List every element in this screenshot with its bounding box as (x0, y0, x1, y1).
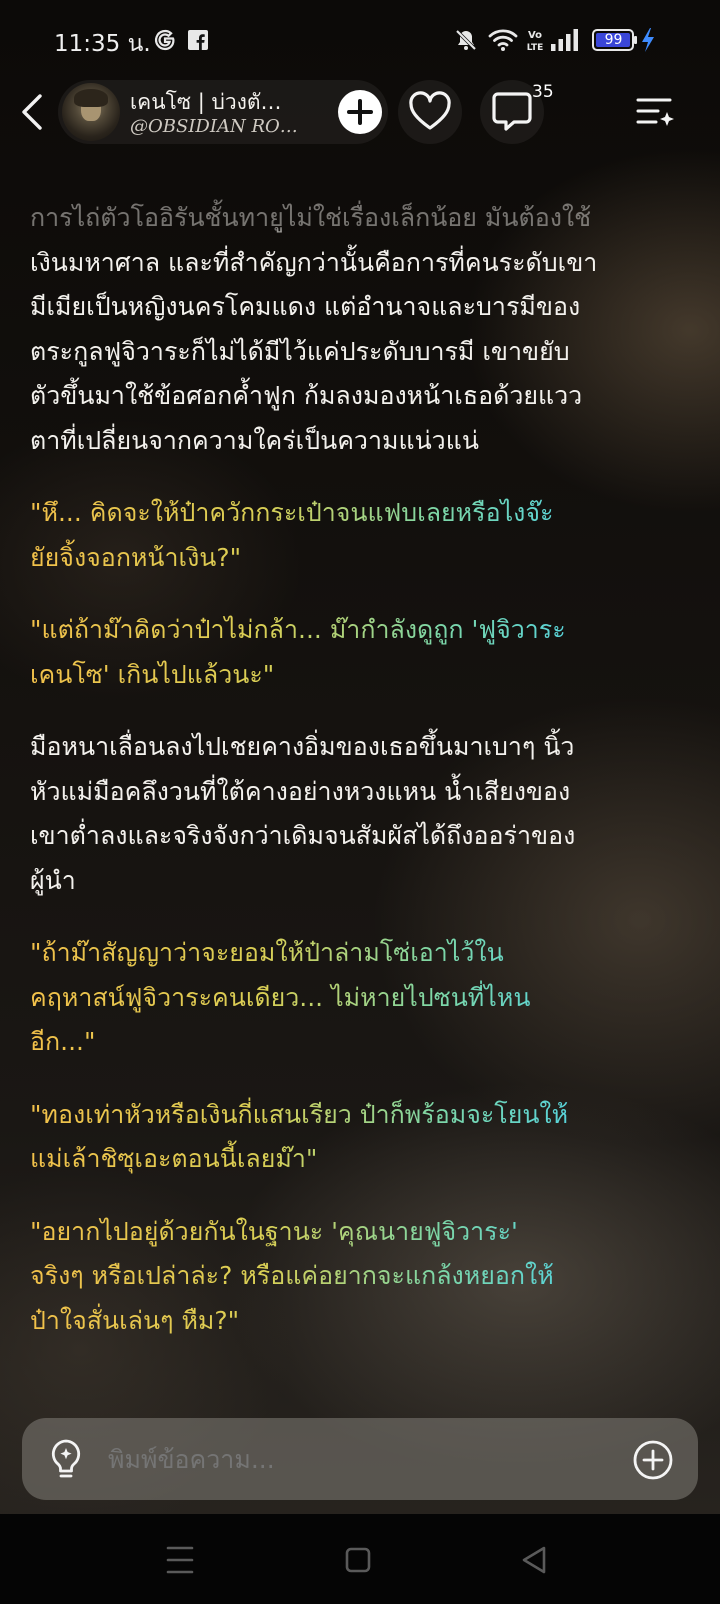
add-button[interactable] (338, 90, 382, 134)
svg-text:Vo: Vo (528, 30, 542, 41)
facebook-icon (188, 30, 208, 50)
battery-level: 99 (604, 32, 623, 48)
svg-text:LTE: LTE (527, 43, 544, 53)
google-icon (155, 29, 175, 51)
chat-header: เคนโซ | บ่วงตั… @OBSIDIAN RO… 35 (0, 78, 720, 148)
volte-icon: Vo LTE (527, 30, 544, 53)
story-content: การไถ่ตัวโออิรันชั้นทายูไม่ใช่เรื่องเล็ก… (30, 196, 700, 1371)
story-line: จริงๆ หรือเปล่าล่ะ? หรือแค่อยากจะแกล้งหย… (30, 1261, 554, 1290)
avatar[interactable] (62, 83, 120, 141)
story-line: แม่เล้าชิซุเอะตอนนี้เลยม๊า" (30, 1144, 318, 1173)
story-line: "ถ้าม๊าสัญญาว่าจะยอมให้ป๋าล่ามโซ่เอาไว้ใ… (30, 938, 504, 967)
character-handle: @OBSIDIAN RO… (130, 116, 298, 137)
message-input-bar (22, 1418, 698, 1500)
heart-icon (409, 91, 451, 130)
story-line: "หึ... คิดจะให้ป๋าควักกระเป๋าจนแฟบเลยหรื… (30, 498, 554, 527)
avatar-hair (74, 89, 108, 107)
status-bar: 11:35 น. Vo LTE 99 (0, 0, 720, 78)
story-line: เคนโซ' เกินไปแล้วนะ" (30, 659, 275, 689)
story-line: "ทองเท่าหัวหรือเงินกี่แสนเรียว ป๋าก็พร้อ… (30, 1099, 569, 1129)
dialogue-paragraph: "หึ... คิดจะให้ป๋าควักกระเป๋าจนแฟบเลยหรื… (30, 491, 700, 580)
story-line: ตัวขึ้นมาใช้ข้อศอกค้ำฟูก ก้มลงมองหน้าเธอ… (30, 381, 583, 410)
dialogue-paragraph: "ทองเท่าหัวหรือเงินกี่แสนเรียว ป๋าก็พร้อ… (30, 1093, 700, 1182)
story-line: ผู้นำ (30, 865, 76, 895)
story-line: มีเมียเป็นหญิงนครโคมแดง แต่อำนาจและบารมี… (30, 292, 581, 321)
status-time: 11:35 น. (54, 31, 151, 57)
story-line: หัวแม่มือคลึงวนที่ใต้คางอย่างหวงแหน น้ำเ… (30, 776, 571, 806)
home-icon[interactable] (338, 1540, 378, 1580)
system-nav-bar (0, 1514, 720, 1604)
dialogue-paragraph: "แต่ถ้าม๊าคิดว่าป๋าไม่กล้า... ม๊ากำลังดู… (30, 608, 700, 697)
story-line: "อยากไปอยู่ด้วยกันในฐานะ 'คุณนายฟูจิวาระ… (30, 1216, 518, 1246)
wifi-icon (488, 29, 518, 51)
narration-paragraph: มือหนาเลื่อนลงไปเชยคางอิ่มของเธอขึ้นมาเบ… (30, 725, 700, 903)
mute-icon (455, 29, 477, 51)
story-line: มือหนาเลื่อนลงไปเชยคางอิ่มของเธอขึ้นมาเบ… (30, 732, 575, 761)
dialogue-paragraph: "ถ้าม๊าสัญญาว่าจะยอมให้ป๋าล่ามโซ่เอาไว้ใ… (30, 931, 700, 1065)
story-line: "แต่ถ้าม๊าคิดว่าป๋าไม่กล้า... ม๊ากำลังดู… (30, 615, 566, 644)
story-line: เงินมหาศาล และที่สำคัญกว่านั้นคือการที่ค… (30, 247, 598, 277)
message-input[interactable] (106, 1438, 610, 1482)
comment-count: 35 (532, 82, 554, 102)
recent-apps-icon[interactable] (160, 1540, 200, 1580)
story-line: ยัยจิ้งจอกหน้าเงิน?" (30, 542, 242, 572)
lightbulb-icon[interactable] (46, 1438, 86, 1480)
charging-icon (642, 28, 654, 52)
plus-circle-icon[interactable] (632, 1439, 674, 1481)
story-line: การไถ่ตัวโออิรันชั้นทายูไม่ใช่เรื่องเล็ก… (30, 203, 592, 232)
menu-sparkle-icon[interactable] (636, 92, 676, 132)
story-line: คฤหาสน์ฟูจิวาระคนเดียว... ไม่หายไปซนที่ไ… (30, 982, 531, 1012)
signal-icon (551, 29, 578, 51)
character-name: เคนโซ | บ่วงตั… (130, 90, 282, 114)
like-button[interactable] (398, 80, 462, 144)
narration-paragraph: การไถ่ตัวโออิรันชั้นทายูไม่ใช่เรื่องเล็ก… (30, 196, 700, 463)
back-triangle-icon[interactable] (514, 1540, 554, 1580)
story-line: ตระกูลฟูจิวาระก็ไม่ได้มีไว้แค่ประดับบารม… (30, 336, 570, 366)
dialogue-paragraph: "อยากไปอยู่ด้วยกันในฐานะ 'คุณนายฟูจิวาระ… (30, 1210, 700, 1344)
story-line: อีก..." (30, 1027, 96, 1056)
story-line: ป๋าใจสั่นเล่นๆ หืม?" (30, 1305, 240, 1335)
chat-screen: 11:35 น. Vo LTE 99 เคนโซ | บ่วงตั… @OBSI… (0, 0, 720, 1604)
story-line: ตาที่เปลี่ยนจากความใคร่เป็นความแน่วแน่ (30, 425, 479, 455)
back-arrow-icon[interactable] (14, 90, 50, 134)
story-line: เขาต่ำลงและจริงจังกว่าเดิมจนสัมผัสได้ถึง… (30, 821, 576, 850)
plus-icon (347, 99, 373, 125)
